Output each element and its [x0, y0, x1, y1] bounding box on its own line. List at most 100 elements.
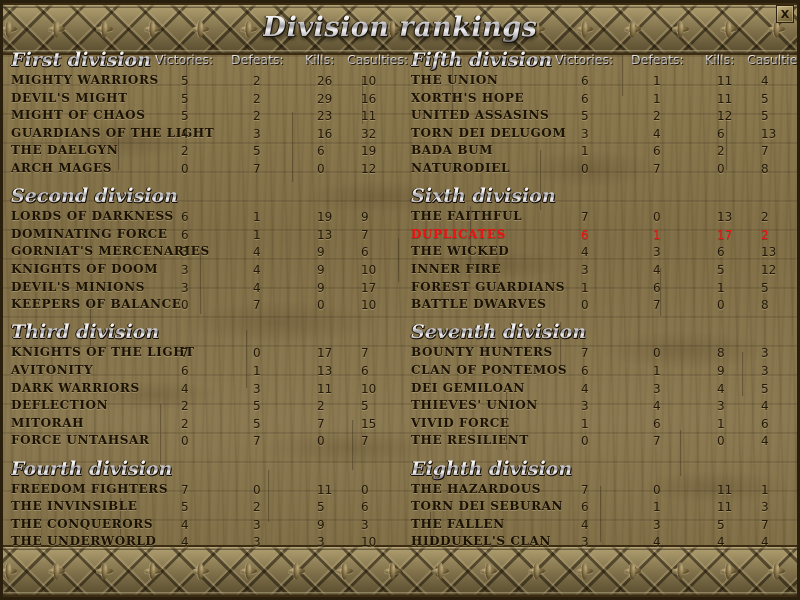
team-defeats: 1 [253, 227, 261, 242]
table-row[interactable]: THE FALLEN 4 3 5 7 [403, 517, 797, 535]
team-victories: 7 [581, 210, 589, 225]
team-casulties: 7 [761, 517, 769, 532]
table-row[interactable]: HIDDUKEL'S CLAN 3 4 4 4 [403, 534, 797, 549]
team-defeats: 4 [253, 245, 261, 260]
division-name: First division [11, 51, 151, 71]
table-row[interactable]: FORCE UNTAHSAR 0 7 0 7 [3, 433, 403, 451]
table-row[interactable]: LORDS OF DARKNESS 6 1 19 9 [3, 209, 403, 227]
team-victories: 3 [581, 399, 589, 414]
table-row[interactable]: MITORAH 2 5 7 15 [3, 416, 403, 434]
table-row[interactable]: KNIGHTS OF DOOM 3 4 9 10 [3, 262, 403, 280]
table-row[interactable]: THE UNION 6 1 11 4 [403, 73, 797, 91]
table-row[interactable]: MIGHT OF CHAOS 5 2 23 11 [3, 108, 403, 126]
team-victories: 3 [181, 280, 189, 295]
team-casulties: 5 [761, 91, 769, 106]
table-row[interactable]: DARK WARRIORS 4 3 11 10 [3, 381, 403, 399]
team-casulties: 6 [361, 245, 369, 260]
table-row[interactable]: DUPLICATES 6 1 17 2 [403, 227, 797, 245]
team-kills: 5 [317, 500, 325, 515]
table-row[interactable]: THE HAZARDOUS 7 0 11 1 [403, 482, 797, 500]
table-row[interactable]: BATTLE DWARVES 0 7 0 8 [403, 297, 797, 315]
table-row[interactable]: XORTH'S HOPE 6 1 11 5 [403, 91, 797, 109]
division-block: Fourth division FREEDOM FIGHTERS 7 0 11 0 THE … [3, 458, 403, 549]
team-defeats: 4 [253, 262, 261, 277]
table-row[interactable]: FREEDOM FIGHTERS 7 0 11 0 [3, 482, 403, 500]
team-victories: 7 [181, 482, 189, 497]
team-casulties: 2 [761, 227, 769, 242]
table-row[interactable]: DOMINATING FORCE 6 1 13 7 [3, 227, 403, 245]
team-kills: 17 [317, 346, 333, 361]
team-victories: 5 [181, 91, 189, 106]
team-kills: 0 [317, 434, 325, 449]
team-kills: 9 [317, 245, 325, 260]
team-name: MITORAH [11, 415, 85, 430]
team-name: UNITED ASSASINS [411, 108, 550, 123]
team-kills: 1 [717, 416, 725, 431]
team-victories: 5 [181, 74, 189, 88]
team-defeats: 0 [653, 482, 661, 497]
team-victories: 6 [581, 91, 589, 106]
team-name: DEI GEMILOAN [411, 380, 526, 395]
team-defeats: 7 [253, 434, 261, 449]
team-kills: 7 [317, 416, 325, 431]
team-kills: 0 [317, 298, 325, 313]
table-row[interactable]: THE WICKED 4 3 6 13 [403, 244, 797, 262]
table-row[interactable]: BOUNTY HUNTERS 7 0 8 3 [403, 345, 797, 363]
table-row[interactable]: AVITONITY 6 1 13 6 [3, 363, 403, 381]
team-casulties: 9 [361, 210, 369, 225]
team-name: FOREST GUARDIANS [411, 279, 566, 294]
team-name: GORNIAT'S MERCENARIES [11, 244, 210, 259]
team-casulties: 11 [361, 109, 377, 124]
close-icon[interactable]: X [776, 5, 794, 23]
team-casulties: 15 [361, 416, 377, 431]
team-name: INNER FIRE [411, 261, 502, 276]
table-row[interactable]: THIEVES' UNION 3 4 3 4 [403, 398, 797, 416]
table-row[interactable]: UNITED ASSASINS 5 2 12 5 [403, 108, 797, 126]
table-row[interactable]: TORN DEI DELUGOM 3 4 6 13 [403, 126, 797, 144]
table-row[interactable]: CLAN OF PONTEMOS 6 1 9 3 [403, 363, 797, 381]
table-row[interactable]: KNIGHTS OF THE LIGHT 7 0 17 7 [3, 345, 403, 363]
team-kills: 23 [317, 109, 333, 124]
team-name: AVITONITY [11, 362, 94, 377]
team-defeats: 1 [253, 363, 261, 378]
table-row[interactable]: THE DAELGYN 2 5 6 19 [3, 143, 403, 161]
table-row[interactable]: DEI GEMILOAN 4 3 4 5 [403, 381, 797, 399]
table-row[interactable]: NATURODIEL 0 7 0 8 [403, 161, 797, 179]
column-header-victories: Victories: [555, 52, 614, 67]
team-kills: 0 [717, 298, 725, 313]
table-row[interactable]: KEEPERS OF BALANCE 0 7 0 10 [3, 297, 403, 315]
team-kills: 0 [717, 161, 725, 176]
table-row[interactable]: THE CONQUERORS 4 3 9 3 [3, 517, 403, 535]
table-row[interactable]: GUARDIANS OF THE LIGHT 4 3 16 32 [3, 126, 403, 144]
team-name: CLAN OF PONTEMOS [411, 362, 568, 377]
table-row[interactable]: DEFLECTION 2 5 2 5 [3, 398, 403, 416]
team-casulties: 4 [761, 74, 769, 88]
table-row[interactable]: VIVID FORCE 1 6 1 6 [403, 416, 797, 434]
table-row[interactable]: THE INVINSIBLE 5 2 5 6 [3, 499, 403, 517]
team-name: VIVID FORCE [411, 415, 510, 430]
table-row[interactable]: ARCH MAGES 0 7 0 12 [3, 161, 403, 179]
team-defeats: 7 [253, 161, 261, 176]
table-row[interactable]: DEVIL'S MINIONS 3 4 9 17 [3, 280, 403, 298]
table-row[interactable]: GORNIAT'S MERCENARIES 3 4 9 6 [3, 244, 403, 262]
table-row[interactable]: BADA BUM 1 6 2 7 [403, 143, 797, 161]
division-header: Second division [3, 185, 403, 209]
table-row[interactable]: MIGHTY WARRIORS 5 2 26 10 [3, 73, 403, 91]
table-row[interactable]: THE RESILIENT 0 7 0 4 [403, 433, 797, 451]
team-victories: 2 [181, 144, 189, 159]
team-victories: 3 [181, 245, 189, 260]
team-casulties: 7 [361, 346, 369, 361]
border-rail-bottom [3, 592, 797, 595]
table-row[interactable]: FOREST GUARDIANS 1 6 1 5 [403, 280, 797, 298]
table-row[interactable]: THE FAITHFUL 7 0 13 2 [403, 209, 797, 227]
team-name: THIEVES' UNION [411, 398, 538, 413]
table-row[interactable]: INNER FIRE 3 4 5 12 [403, 262, 797, 280]
team-name: THE RESILIENT [411, 433, 529, 448]
team-defeats: 5 [253, 399, 261, 414]
team-kills: 11 [717, 500, 733, 515]
table-row[interactable]: TORN DEI SEBURAN 6 1 11 3 [403, 499, 797, 517]
table-row[interactable]: THE UNDERWORLD 4 3 3 10 [3, 534, 403, 549]
team-kills: 6 [717, 126, 725, 141]
team-casulties: 6 [761, 416, 769, 431]
table-row[interactable]: DEVIL'S MIGHT 5 2 29 16 [3, 91, 403, 109]
